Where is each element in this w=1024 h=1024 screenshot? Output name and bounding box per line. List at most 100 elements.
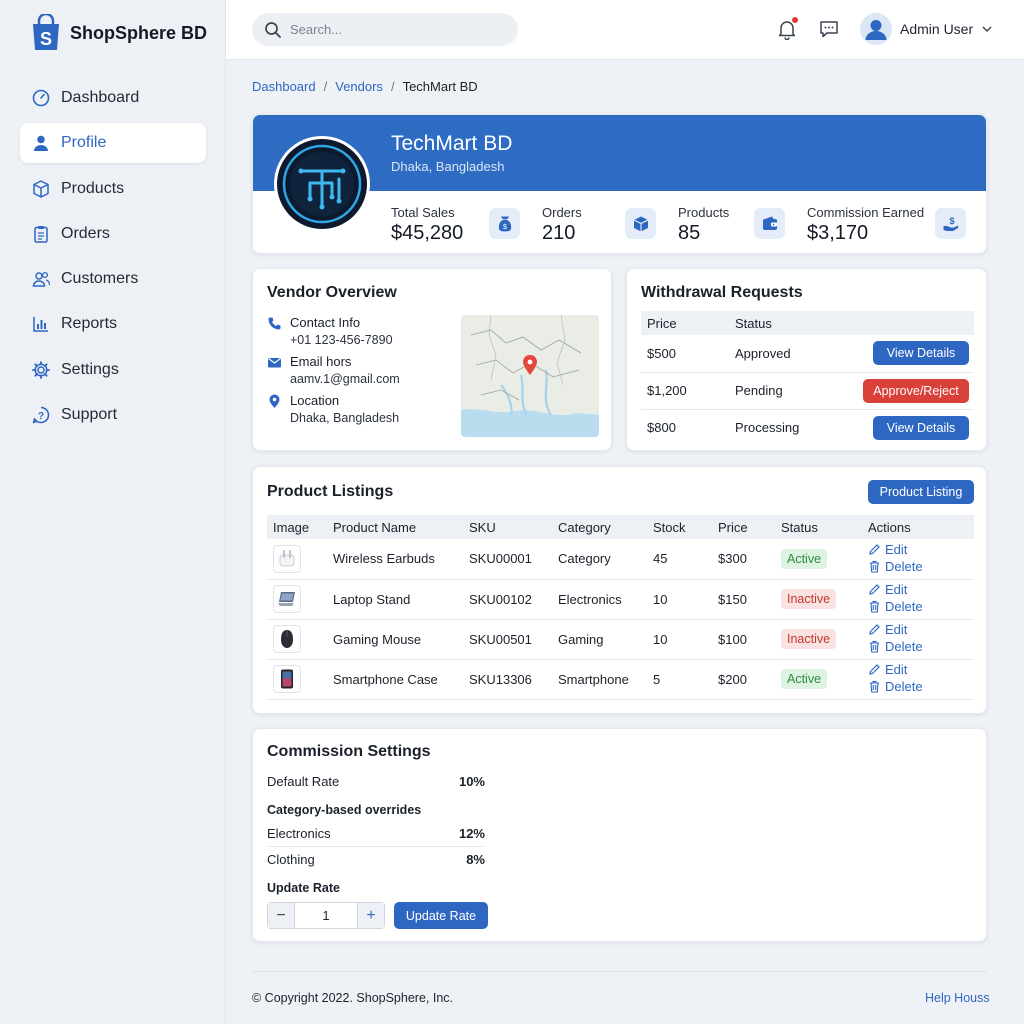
product-name: Smartphone Case (327, 659, 463, 700)
update-rate-button[interactable]: Update Rate (394, 902, 488, 929)
sidebar-item-products[interactable]: Products (20, 169, 206, 209)
sidebar-item-label: Dashboard (61, 89, 140, 106)
product-stock: 10 (647, 619, 712, 660)
svg-text:S: S (40, 29, 52, 49)
sidebar-item-label: Reports (61, 315, 118, 333)
product-name: Gaming Mouse (327, 619, 463, 660)
vendor-profile-card: TechMart BD Dhaka, Bangladesh Total Sale… (252, 114, 987, 254)
column-header: Product Name (327, 515, 463, 539)
smartphone-case-thumbnail (273, 665, 301, 693)
delete-button[interactable]: Delete (868, 639, 923, 654)
product-stock: 45 (647, 539, 712, 580)
messages-button[interactable] (818, 18, 840, 40)
footer-divider (252, 971, 987, 972)
vendor-overview-card: Vendor Overview Contact Info +01 123-456… (252, 268, 612, 451)
product-sku: SKU00102 (463, 579, 552, 620)
delete-button[interactable]: Delete (868, 559, 923, 574)
gear-icon (31, 360, 51, 380)
column-header-actions (820, 311, 974, 335)
shopping-bag-logo-icon: S (30, 12, 62, 52)
column-header: Status (775, 515, 862, 539)
withdrawal-table: Price Status $500 Approved View Details … (641, 311, 974, 446)
dashboard-icon (31, 88, 51, 108)
hand-dollar-icon: $ (935, 208, 966, 239)
increment-button[interactable]: + (358, 903, 384, 928)
product-listing-button[interactable]: Product Listing (868, 480, 974, 504)
breadcrumb-separator: / (323, 79, 328, 94)
product-price: $150 (712, 579, 775, 620)
edit-button[interactable]: Edit (868, 622, 907, 637)
product-stock: 5 (647, 659, 712, 700)
edit-button[interactable]: Edit (868, 662, 907, 677)
location-label: Location (290, 393, 340, 408)
avatar (860, 13, 892, 45)
column-header: Category (552, 515, 647, 539)
view-details-button[interactable]: View Details (873, 341, 969, 366)
sidebar-item-orders[interactable]: Orders (20, 214, 206, 254)
phone-icon (268, 317, 281, 330)
location-info: Location Dhaka, Bangladesh (267, 393, 399, 425)
pencil-icon (869, 543, 880, 555)
override-row: Electronics 12% (267, 826, 485, 841)
mouse-icon (281, 630, 293, 648)
circuit-logo-icon (277, 139, 367, 229)
contact-label: Contact Info (290, 315, 361, 330)
status-badge: Inactive (781, 629, 837, 649)
product-category: Electronics (552, 579, 647, 620)
chevron-down-icon (982, 26, 992, 33)
sidebar-item-label: Products (61, 179, 125, 197)
brand[interactable]: S ShopSphere BD (30, 12, 208, 52)
pencil-icon (869, 584, 880, 595)
table-header-row: Image Product Name SKU Category Stock Pr… (267, 515, 974, 539)
sidebar-nav: Dashboard Profile Products Orders Custom… (20, 78, 206, 440)
card-title: Vendor Overview (267, 284, 397, 301)
user-menu[interactable]: Admin User (860, 13, 993, 45)
location-map[interactable] (461, 315, 599, 437)
footer-help-link[interactable]: Help Houss (925, 991, 990, 1005)
withdrawal-price: $800 (647, 420, 676, 436)
sidebar-item-support[interactable]: ? Support (20, 395, 206, 435)
search-input[interactable] (290, 22, 490, 37)
stepper-value[interactable]: 1 (294, 903, 358, 928)
product-name: Laptop Stand (327, 579, 463, 620)
user-avatar-icon (860, 13, 892, 45)
search-box[interactable] (252, 13, 518, 46)
override-rate: 8% (466, 852, 485, 867)
decrement-button[interactable]: − (268, 903, 294, 928)
view-details-button[interactable]: View Details (873, 415, 969, 440)
sidebar-item-reports[interactable]: Reports (20, 304, 206, 344)
sidebar-item-customers[interactable]: Customers (20, 259, 206, 299)
table-row: Gaming Mouse SKU00501 Gaming 10 $100 Ina… (267, 619, 974, 660)
edit-label: Edit (885, 622, 908, 637)
stat-products: Products 85 (678, 205, 729, 245)
default-rate-row: Default Rate 10% (267, 774, 485, 789)
delete-button[interactable]: Delete (868, 679, 923, 694)
brand-name: ShopSphere BD (70, 22, 208, 43)
stat-total-sales: Total Sales $45,280 (391, 205, 463, 245)
table-row: Smartphone Case SKU13306 Smartphone 5 $2… (267, 659, 974, 700)
product-sku: SKU00001 (463, 539, 552, 580)
clipboard-icon (31, 224, 51, 244)
table-row: $800 Processing View Details (641, 409, 974, 446)
product-price: $300 (712, 539, 775, 580)
wallet-icon (754, 208, 785, 239)
approve-reject-button[interactable]: Approve/Reject (863, 378, 969, 403)
notification-bell-button[interactable] (776, 17, 798, 41)
sidebar-item-profile[interactable]: Profile (20, 123, 206, 164)
sidebar-item-dashboard[interactable]: Dashboard (20, 78, 206, 118)
override-category: Clothing (267, 852, 315, 867)
delete-button[interactable]: Delete (868, 599, 923, 614)
edit-button[interactable]: Edit (868, 542, 907, 557)
breadcrumb-link-vendors[interactable]: Vendors (335, 79, 383, 94)
product-price: $100 (712, 619, 775, 660)
override-rate: 12% (458, 826, 485, 841)
edit-button[interactable]: Edit (868, 582, 907, 597)
breadcrumb-separator: / (390, 79, 395, 94)
stat-label: Commission Earned (807, 205, 925, 220)
email-label: Email hors (290, 354, 352, 369)
rate-stepper[interactable]: − 1 + (267, 902, 385, 929)
withdrawal-price: $1,200 (641, 372, 729, 410)
sidebar-item-settings[interactable]: Settings (20, 350, 206, 390)
breadcrumb-link-dashboard[interactable]: Dashboard (252, 79, 316, 94)
cube-icon (625, 208, 656, 239)
